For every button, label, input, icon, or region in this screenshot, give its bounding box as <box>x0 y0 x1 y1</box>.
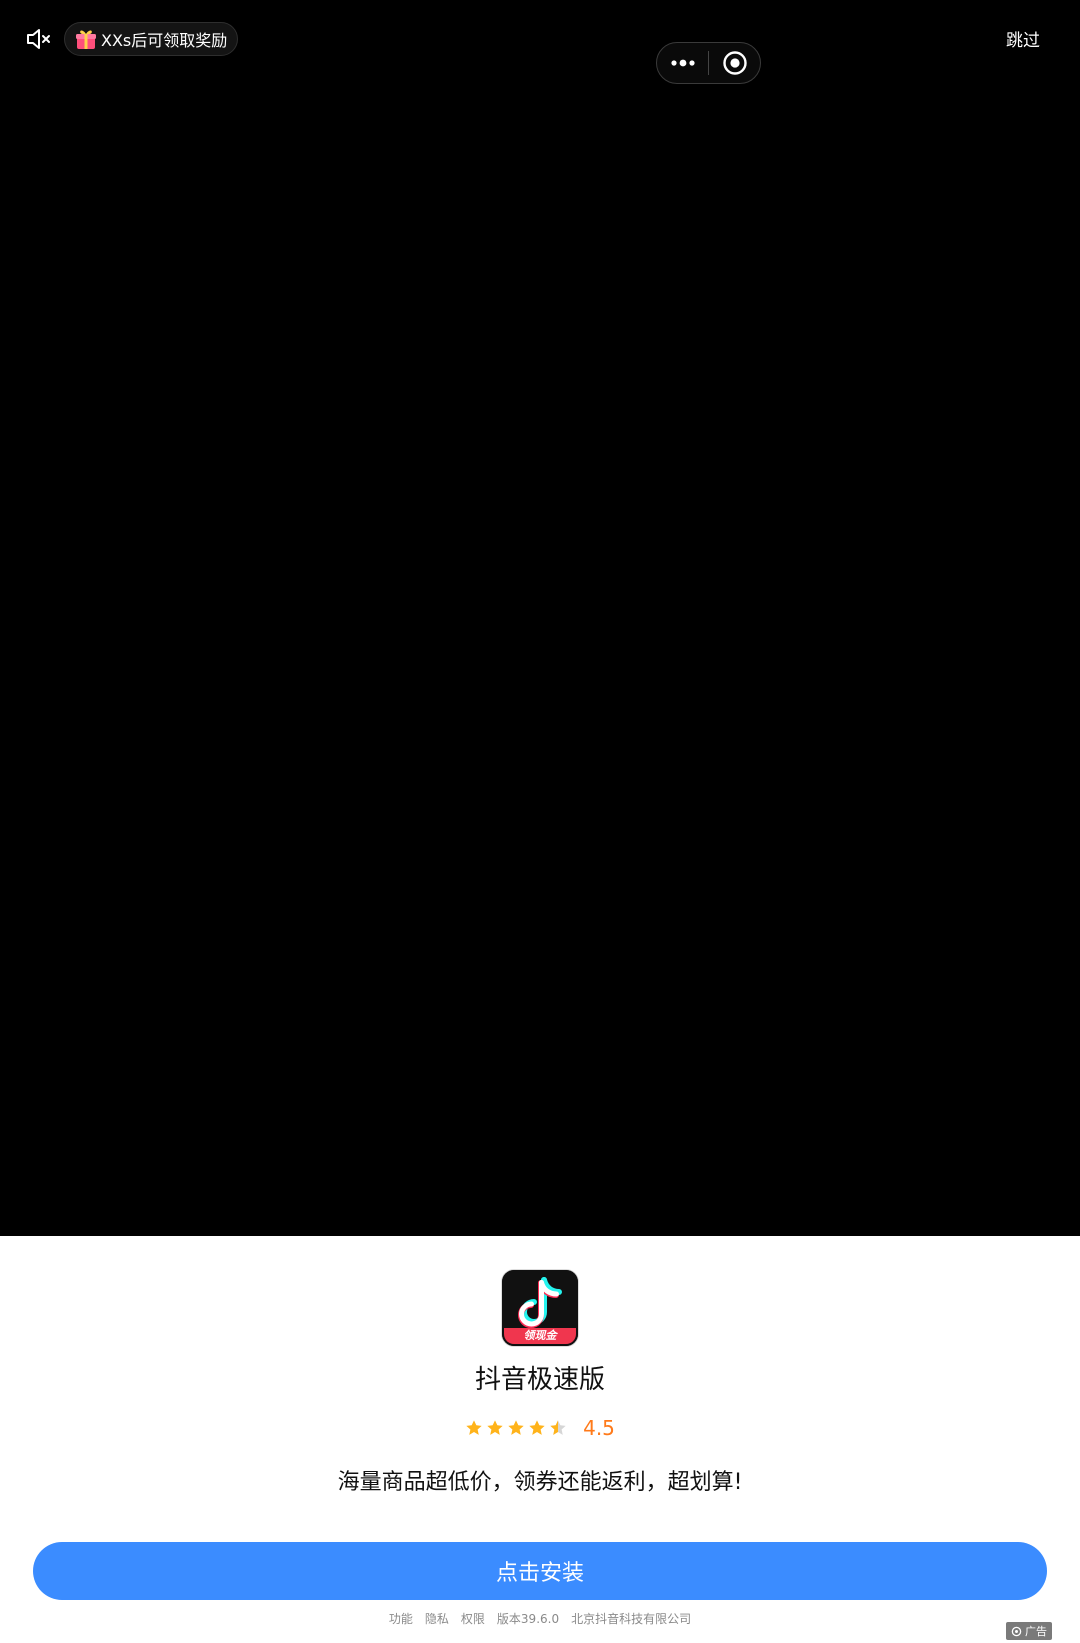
reward-countdown: XXs后可领取奖励 <box>64 22 239 56</box>
app-info-card: 领现金 抖音极速版 4.5 海量商品超低价，领券还能返利，超划算! 点击安装 功… <box>0 1236 1080 1643</box>
ad-badge: 广告 <box>1006 1622 1052 1640</box>
rating-row: 4.5 <box>0 1416 1080 1440</box>
install-button[interactable]: 点击安装 <box>33 1542 1047 1600</box>
ad-page: XXs后可领取奖励 跳过 领现金 抖音极速版 4.5 海量商品超低价，领券还能返… <box>0 0 1080 1643</box>
target-circle-icon <box>722 51 747 75</box>
mute-button[interactable] <box>22 22 56 56</box>
star-rating <box>465 1419 567 1437</box>
reward-countdown-text: XXs后可领取奖励 <box>101 31 228 50</box>
footer-version: 版本39.6.0 <box>496 1612 560 1626</box>
footer-link-privacy[interactable]: 隐私 <box>425 1610 449 1627</box>
app-icon-badge: 领现金 <box>504 1328 576 1344</box>
app-description: 海量商品超低价，领券还能返利，超划算! <box>337 1470 743 1495</box>
footer-link-features[interactable]: 功能 <box>389 1610 413 1627</box>
star-half-icon <box>550 1420 566 1435</box>
video-player[interactable]: XXs后可领取奖励 跳过 <box>0 0 1080 1236</box>
speaker-muted-icon <box>27 29 50 49</box>
app-icon[interactable]: 领现金 <box>502 1270 578 1346</box>
close-miniprogram-button[interactable] <box>709 43 760 83</box>
more-dots-icon <box>670 59 695 67</box>
more-button[interactable] <box>657 43 708 83</box>
miniprogram-capsule <box>656 42 761 84</box>
footer-link-permissions[interactable]: 权限 <box>461 1610 485 1627</box>
ad-logo-icon <box>1011 1626 1022 1636</box>
ad-label: 广告 <box>1025 1625 1047 1638</box>
star-full-icon <box>487 1420 503 1435</box>
star-full-icon <box>508 1420 524 1435</box>
gift-icon <box>73 26 99 52</box>
rating-value: 4.5 <box>583 1416 615 1440</box>
skip-button[interactable]: 跳过 <box>1006 26 1040 51</box>
app-name: 抖音极速版 <box>474 1365 605 1395</box>
footer-links: 功能 隐私 权限 版本39.6.0 北京抖音科技有限公司 <box>0 1610 1080 1627</box>
footer-developer: 北京抖音科技有限公司 <box>571 1612 692 1626</box>
star-full-icon <box>529 1420 545 1435</box>
star-full-icon <box>466 1420 482 1435</box>
